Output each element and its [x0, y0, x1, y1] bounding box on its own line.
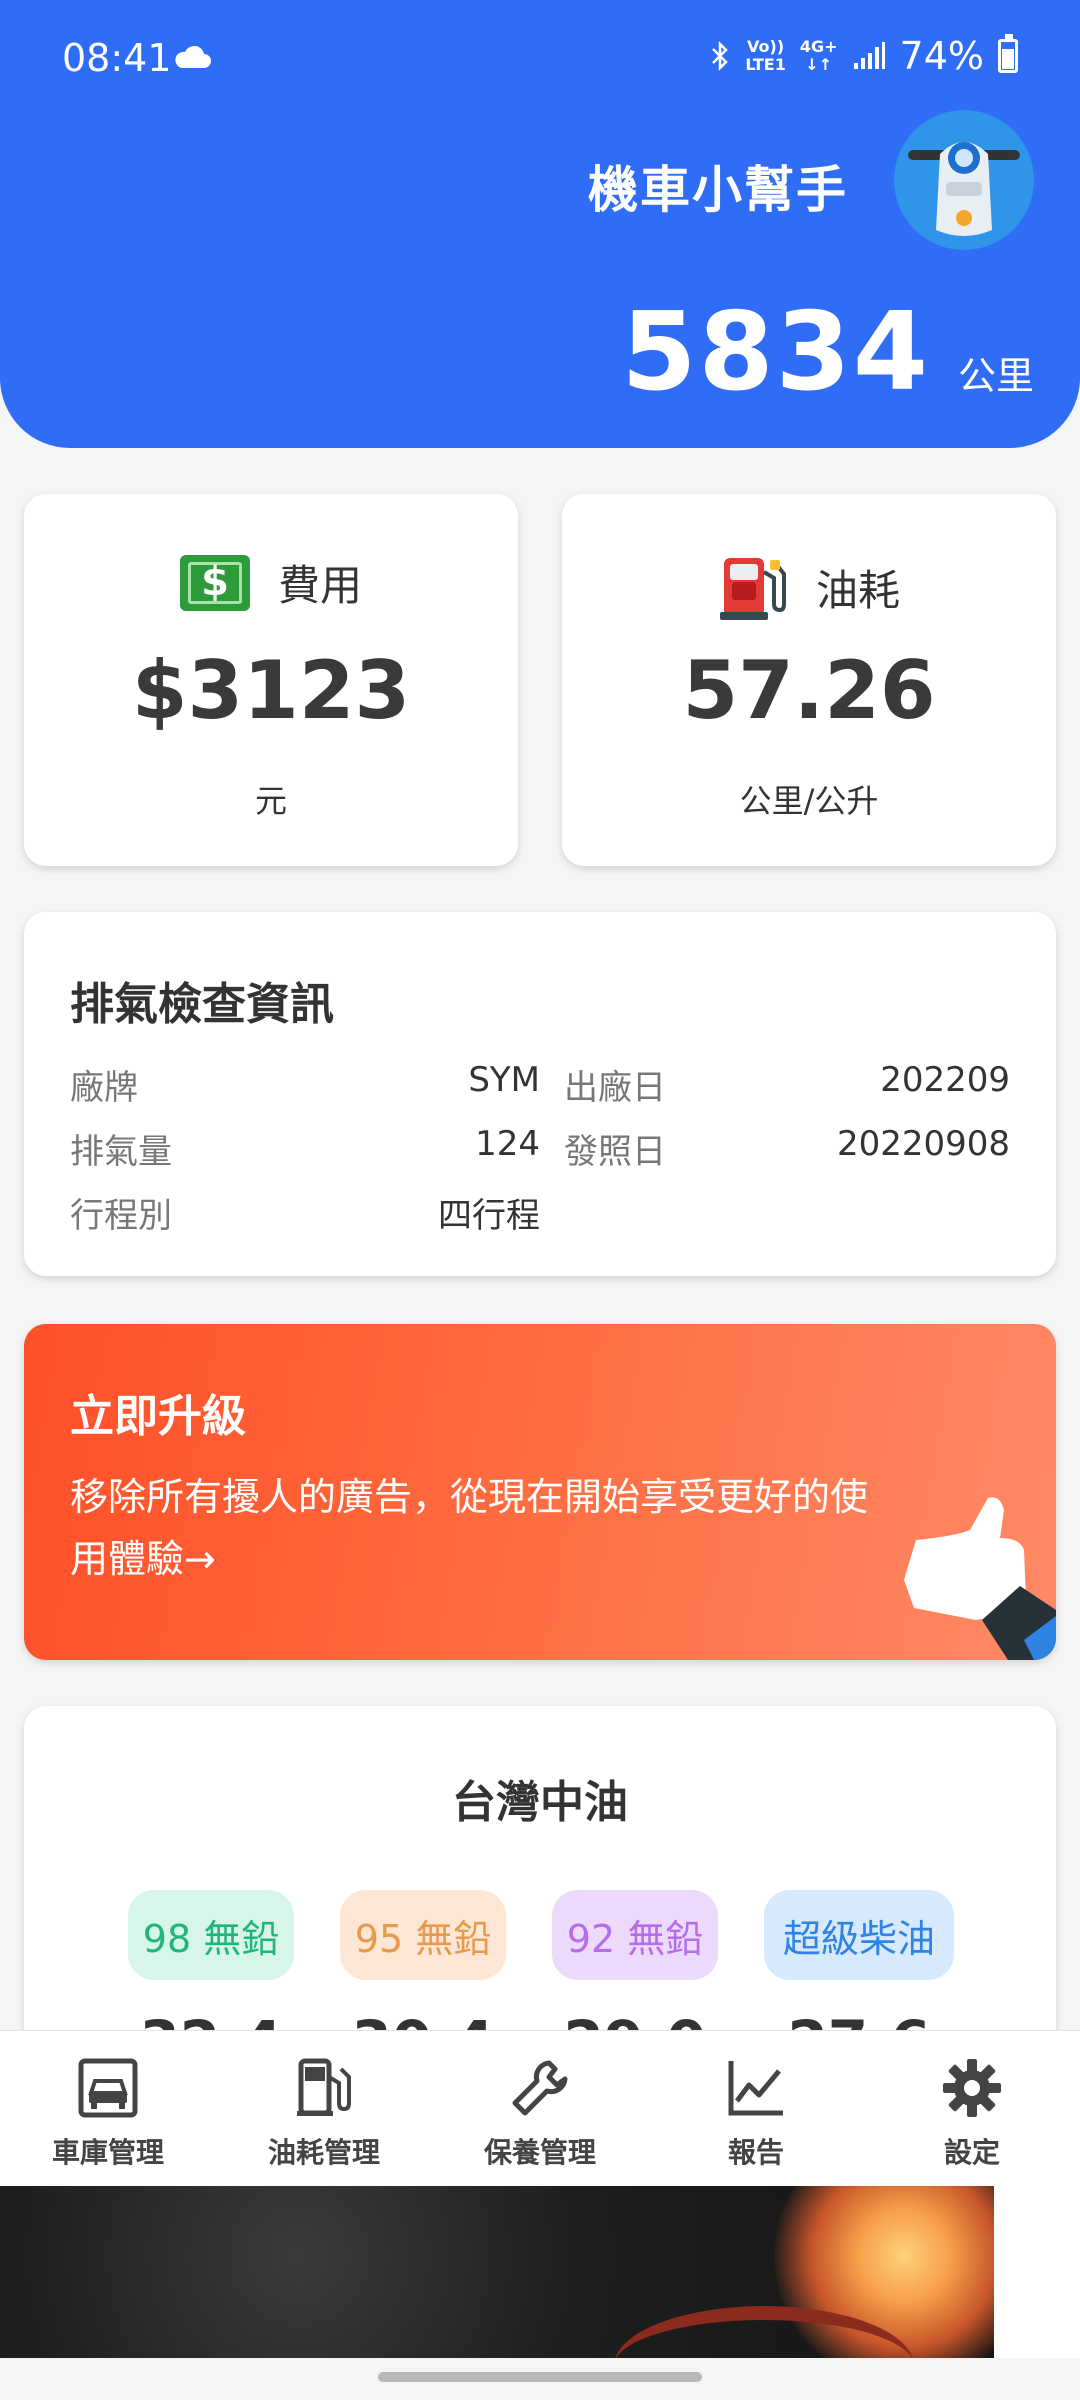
gas-price-card[interactable]: 台灣中油 98 無鉛 95 無鉛 92 無鉛 超級柴油 32.4 30.4 29…: [24, 1706, 1056, 2076]
cost-label: 費用: [277, 561, 362, 610]
money-glyph: $: [201, 558, 229, 605]
emission-info-card[interactable]: 排氣檢查資訊 廠牌 SYM 排氣量 124 行程別 四行程 出廠日 202209…: [24, 912, 1056, 1276]
info-key: 廠牌: [70, 1068, 138, 1108]
nav-label: 設定: [943, 2136, 1000, 2169]
thumbs-up-icon: [904, 1497, 1056, 1660]
money-icon: $: [179, 554, 250, 611]
header: 08:41 Vo)) LTE1 4G+ ↓↑ 74% 機車小幫手 5834 公里: [0, 0, 1080, 448]
upgrade-banner[interactable]: 立即升級 移除所有擾人的廣告，從現在開始享受更好的使用體驗→: [24, 1324, 1056, 1660]
cost-header: $ 費用: [24, 552, 518, 613]
bottom-navigation: 車庫管理 油耗管理 保養管理 報告 設定: [0, 2030, 1080, 2186]
info-key: 排氣量: [70, 1132, 172, 1172]
status-icons: Vo)) LTE1 4G+ ↓↑ 74%: [709, 34, 1018, 78]
advertisement-banner[interactable]: [0, 2186, 994, 2358]
status-bar: 08:41 Vo)) LTE1 4G+ ↓↑ 74%: [0, 0, 1080, 120]
battery-icon: [998, 34, 1018, 73]
info-value: 124: [475, 1124, 540, 1164]
network-arrows: ↓↑: [805, 55, 833, 74]
cost-value: $3123: [131, 644, 411, 737]
bluetooth-icon: [712, 40, 729, 72]
network-label: 4G+: [799, 37, 838, 56]
fuel-value: 57.26: [682, 644, 936, 737]
fuel-unit: 公里/公升: [739, 782, 879, 820]
home-indicator[interactable]: [378, 2372, 702, 2382]
lte-label: LTE1: [745, 55, 786, 74]
info-value: SYM: [468, 1060, 540, 1100]
cloud-icon: [175, 45, 211, 68]
nav-label: 保養管理: [483, 2136, 596, 2169]
battery-percent: 74%: [899, 34, 984, 78]
gas-title: 台灣中油: [452, 1777, 628, 1828]
signal-icon: [853, 42, 885, 69]
info-key: 出廠日: [564, 1068, 666, 1108]
gas-type-98[interactable]: 98 無鉛: [128, 1890, 294, 1980]
info-value: 20220908: [836, 1124, 1010, 1164]
wrench-icon: [512, 2060, 568, 2116]
info-key: 行程別: [70, 1196, 172, 1236]
emission-title: 排氣檢查資訊: [70, 979, 334, 1030]
nav-item-settings[interactable]: 設定: [882, 2057, 1062, 2177]
gas-type-diesel[interactable]: 超級柴油: [764, 1890, 954, 1980]
status-time: 08:41: [62, 36, 172, 80]
fuel-management-icon: [297, 2058, 351, 2116]
info-key: 發照日: [564, 1132, 666, 1172]
nav-label: 車庫管理: [51, 2136, 164, 2169]
scooter-avatar-icon[interactable]: [894, 110, 1034, 250]
nav-label: 報告: [727, 2136, 784, 2169]
4g-icon: 4G+ ↓↑: [800, 38, 838, 74]
odometer: 5834 公里: [621, 290, 1034, 415]
nav-item-maintenance[interactable]: 保養管理: [450, 2057, 630, 2177]
fuel-pump-icon: [719, 558, 786, 620]
fuel-card[interactable]: 油耗 57.26 公里/公升: [562, 494, 1056, 866]
cost-unit: 元: [254, 782, 287, 820]
gas-type-92[interactable]: 92 無鉛: [552, 1890, 718, 1980]
nav-item-garage[interactable]: 車庫管理: [18, 2057, 198, 2177]
fuel-header: 油耗: [562, 552, 1056, 622]
mileage-unit: 公里: [957, 354, 1034, 398]
nav-item-report[interactable]: 報告: [666, 2057, 846, 2177]
upgrade-title: 立即升級: [70, 1391, 246, 1442]
fuel-label: 油耗: [815, 565, 900, 615]
chart-icon: [728, 2061, 783, 2116]
ad-edge: [994, 2186, 1080, 2358]
cost-card[interactable]: $ 費用 $3123 元: [24, 494, 518, 866]
info-value: 202209: [880, 1060, 1010, 1100]
volte-label: Vo)): [747, 37, 785, 56]
nav-item-fuel[interactable]: 油耗管理: [234, 2057, 414, 2177]
volte-icon: Vo)) LTE1: [745, 38, 786, 74]
app-title: 機車小幫手: [588, 161, 848, 219]
garage-car-icon: [78, 2058, 138, 2118]
mileage-value: 5834: [621, 290, 930, 415]
gear-icon: [943, 2059, 1001, 2117]
nav-label: 油耗管理: [267, 2136, 380, 2169]
info-value: 四行程: [438, 1196, 540, 1236]
upgrade-description: 移除所有擾人的廣告，從現在開始享受更好的使用體驗→: [70, 1475, 869, 1581]
gas-type-95[interactable]: 95 無鉛: [340, 1890, 506, 1980]
